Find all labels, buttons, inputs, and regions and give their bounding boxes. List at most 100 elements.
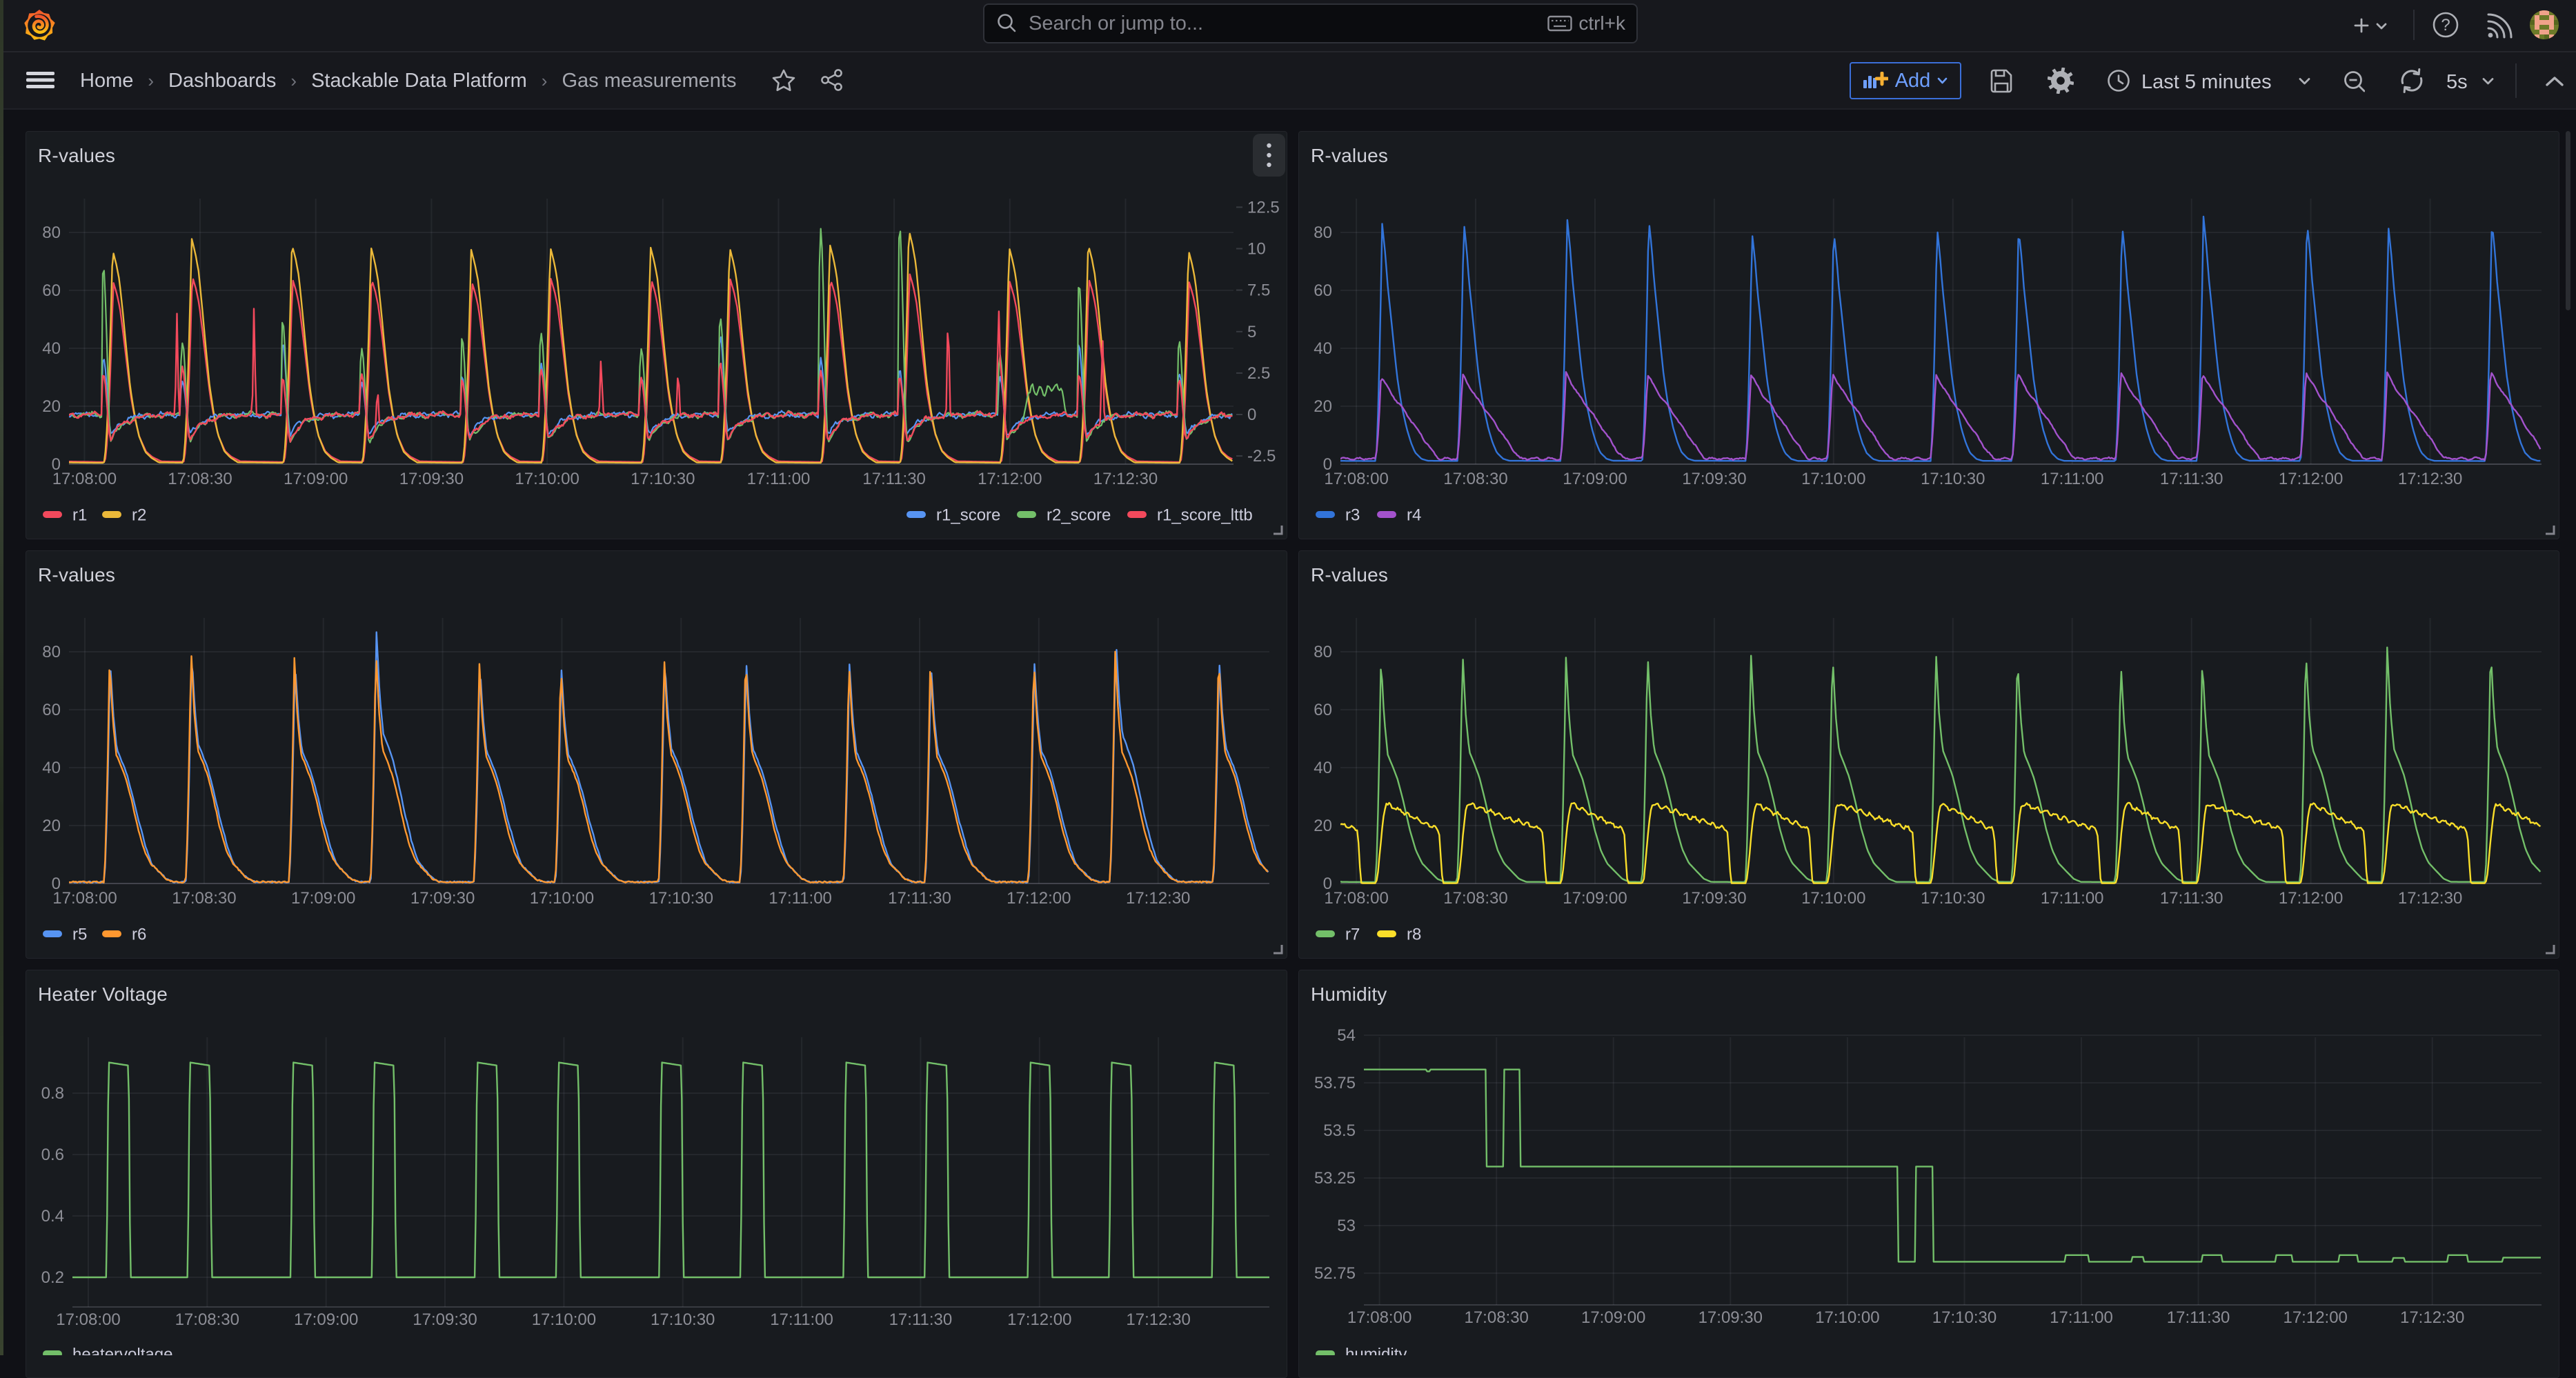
svg-text:17:09:00: 17:09:00 bbox=[1563, 889, 1627, 908]
svg-text:r6: r6 bbox=[132, 926, 146, 944]
svg-text:0.6: 0.6 bbox=[41, 1146, 64, 1164]
svg-text:r1_score: r1_score bbox=[936, 506, 1000, 525]
svg-text:0.4: 0.4 bbox=[41, 1207, 64, 1226]
svg-text:17:11:00: 17:11:00 bbox=[769, 889, 832, 908]
svg-text:80: 80 bbox=[42, 643, 61, 661]
svg-text:40: 40 bbox=[42, 339, 61, 358]
svg-text:17:08:30: 17:08:30 bbox=[1464, 1308, 1528, 1327]
svg-text:?: ? bbox=[2441, 16, 2450, 34]
svg-text:17:12:00: 17:12:00 bbox=[978, 470, 1042, 488]
svg-text:r4: r4 bbox=[1407, 506, 1421, 525]
svg-text:17:09:00: 17:09:00 bbox=[294, 1310, 358, 1329]
svg-text:17:12:30: 17:12:30 bbox=[2398, 470, 2462, 488]
svg-text:17:08:30: 17:08:30 bbox=[175, 1310, 239, 1329]
svg-text:17:09:30: 17:09:30 bbox=[1698, 1308, 1763, 1327]
svg-text:17:12:00: 17:12:00 bbox=[1007, 1310, 1071, 1329]
svg-text:53.25: 53.25 bbox=[1314, 1169, 1356, 1188]
svg-text:17:11:00: 17:11:00 bbox=[2041, 889, 2104, 908]
svg-text:17:12:30: 17:12:30 bbox=[2400, 1308, 2464, 1327]
svg-text:17:12:00: 17:12:00 bbox=[2279, 889, 2343, 908]
svg-text:r2_score: r2_score bbox=[1047, 506, 1111, 525]
svg-text:17:10:30: 17:10:30 bbox=[651, 1310, 715, 1329]
svg-text:17:11:30: 17:11:30 bbox=[2160, 889, 2223, 908]
svg-text:17:09:00: 17:09:00 bbox=[291, 889, 355, 908]
svg-text:17:11:30: 17:11:30 bbox=[862, 470, 926, 488]
svg-text:0.8: 0.8 bbox=[41, 1084, 64, 1103]
svg-text:r3: r3 bbox=[1345, 506, 1360, 525]
svg-text:17:09:30: 17:09:30 bbox=[410, 889, 475, 908]
svg-text:80: 80 bbox=[1314, 223, 1332, 242]
svg-text:80: 80 bbox=[1314, 643, 1332, 661]
svg-text:r1: r1 bbox=[72, 506, 87, 525]
svg-text:17:12:30: 17:12:30 bbox=[2398, 889, 2462, 908]
svg-text:17:08:30: 17:08:30 bbox=[168, 470, 232, 488]
svg-text:20: 20 bbox=[1314, 397, 1332, 416]
svg-text:5: 5 bbox=[1247, 323, 1256, 341]
svg-text:17:10:00: 17:10:00 bbox=[515, 470, 579, 488]
svg-text:17:10:30: 17:10:30 bbox=[1921, 889, 1985, 908]
svg-text:17:09:30: 17:09:30 bbox=[399, 470, 464, 488]
svg-text:17:12:30: 17:12:30 bbox=[1126, 889, 1190, 908]
svg-text:17:10:30: 17:10:30 bbox=[1932, 1308, 1997, 1327]
svg-text:17:10:00: 17:10:00 bbox=[1801, 470, 1865, 488]
svg-text:r1_score_lttb: r1_score_lttb bbox=[1157, 506, 1253, 525]
svg-text:17:11:30: 17:11:30 bbox=[2167, 1308, 2230, 1327]
svg-text:17:08:00: 17:08:00 bbox=[1324, 889, 1388, 908]
svg-text:r5: r5 bbox=[72, 926, 87, 944]
svg-text:53.75: 53.75 bbox=[1314, 1074, 1356, 1092]
svg-text:17:08:00: 17:08:00 bbox=[52, 470, 117, 488]
svg-text:17:11:00: 17:11:00 bbox=[2050, 1308, 2113, 1327]
svg-text:17:09:30: 17:09:30 bbox=[413, 1310, 477, 1329]
svg-text:17:08:00: 17:08:00 bbox=[56, 1310, 120, 1329]
svg-text:2.5: 2.5 bbox=[1247, 364, 1270, 383]
svg-text:60: 60 bbox=[42, 281, 61, 300]
svg-text:17:08:30: 17:08:30 bbox=[1443, 889, 1507, 908]
svg-text:-2.5: -2.5 bbox=[1247, 447, 1276, 466]
svg-text:54: 54 bbox=[1337, 1026, 1356, 1045]
svg-text:17:09:30: 17:09:30 bbox=[1682, 889, 1746, 908]
svg-text:17:08:30: 17:08:30 bbox=[172, 889, 236, 908]
svg-text:17:11:30: 17:11:30 bbox=[888, 889, 951, 908]
svg-text:12.5: 12.5 bbox=[1247, 198, 1280, 217]
svg-text:17:08:00: 17:08:00 bbox=[1347, 1308, 1411, 1327]
svg-text:60: 60 bbox=[42, 701, 61, 719]
svg-text:52.75: 52.75 bbox=[1314, 1264, 1356, 1283]
svg-text:17:09:00: 17:09:00 bbox=[284, 470, 348, 488]
svg-text:17:09:30: 17:09:30 bbox=[1682, 470, 1746, 488]
svg-text:17:12:30: 17:12:30 bbox=[1126, 1310, 1190, 1329]
svg-text:17:12:00: 17:12:00 bbox=[2279, 470, 2343, 488]
svg-text:17:11:00: 17:11:00 bbox=[770, 1310, 833, 1329]
svg-text:17:11:30: 17:11:30 bbox=[2160, 470, 2223, 488]
svg-text:17:11:30: 17:11:30 bbox=[889, 1310, 953, 1329]
svg-text:17:10:30: 17:10:30 bbox=[631, 470, 695, 488]
svg-text:40: 40 bbox=[1314, 759, 1332, 777]
svg-text:0.2: 0.2 bbox=[41, 1268, 64, 1287]
svg-text:17:11:00: 17:11:00 bbox=[2041, 470, 2104, 488]
svg-text:heatervoltage: heatervoltage bbox=[72, 1346, 172, 1356]
svg-text:r7: r7 bbox=[1345, 926, 1360, 944]
svg-text:53.5: 53.5 bbox=[1323, 1121, 1356, 1140]
svg-text:20: 20 bbox=[1314, 817, 1332, 835]
svg-text:17:12:30: 17:12:30 bbox=[1093, 470, 1158, 488]
svg-text:17:10:00: 17:10:00 bbox=[1801, 889, 1865, 908]
svg-text:r2: r2 bbox=[132, 506, 146, 525]
svg-text:17:09:00: 17:09:00 bbox=[1581, 1308, 1645, 1327]
svg-text:17:09:00: 17:09:00 bbox=[1563, 470, 1627, 488]
svg-text:40: 40 bbox=[1314, 339, 1332, 358]
svg-text:17:12:00: 17:12:00 bbox=[1007, 889, 1071, 908]
svg-text:53: 53 bbox=[1337, 1217, 1356, 1235]
svg-text:7.5: 7.5 bbox=[1247, 281, 1270, 300]
svg-text:humidity: humidity bbox=[1345, 1346, 1407, 1356]
svg-text:20: 20 bbox=[42, 397, 61, 416]
svg-text:17:10:30: 17:10:30 bbox=[649, 889, 713, 908]
svg-text:20: 20 bbox=[42, 817, 61, 835]
svg-text:17:11:00: 17:11:00 bbox=[747, 470, 811, 488]
svg-text:r8: r8 bbox=[1407, 926, 1421, 944]
svg-text:17:10:00: 17:10:00 bbox=[530, 889, 594, 908]
svg-text:60: 60 bbox=[1314, 701, 1332, 719]
svg-text:17:10:00: 17:10:00 bbox=[532, 1310, 596, 1329]
svg-text:40: 40 bbox=[42, 759, 61, 777]
svg-text:17:10:30: 17:10:30 bbox=[1921, 470, 1985, 488]
svg-text:0: 0 bbox=[1247, 406, 1256, 424]
svg-text:17:10:00: 17:10:00 bbox=[1815, 1308, 1879, 1327]
